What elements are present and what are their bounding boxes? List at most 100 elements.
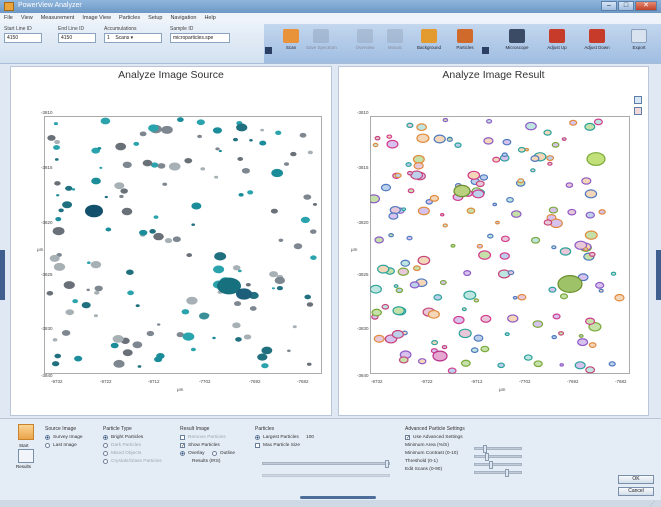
use-advanced-checkbox[interactable]: ✓ Use Advanced Settings xyxy=(405,435,465,441)
background-button[interactable]: Background xyxy=(414,26,444,61)
particle xyxy=(236,288,252,300)
particle xyxy=(523,354,533,361)
particle xyxy=(559,247,572,256)
largest-particles-value[interactable]: 100 xyxy=(306,435,314,440)
particle xyxy=(472,189,485,199)
min-area-slider[interactable] xyxy=(474,445,522,453)
edit-scans-setting: Edit Scans (0-90) xyxy=(405,467,443,472)
max-particle-size-checkbox[interactable]: Max Particle Size xyxy=(255,443,314,448)
cancel-button[interactable]: Cancel xyxy=(618,487,654,496)
particle xyxy=(81,302,91,309)
largest-particles-radio[interactable]: Largest Particles 100 xyxy=(255,435,314,440)
particle xyxy=(446,137,453,142)
show-particles-checkbox[interactable]: ✓ Show Particles xyxy=(180,443,235,449)
close-button[interactable]: ✕ xyxy=(635,1,657,11)
menu-measurement[interactable]: Measurement xyxy=(41,15,75,21)
particle xyxy=(547,161,553,166)
source-image-plot[interactable] xyxy=(44,116,322,374)
adjust-up-button[interactable]: Adjust Up xyxy=(542,26,572,61)
dark-particles-radio[interactable]: Dark Particles xyxy=(103,443,162,448)
toolbar-overflow-icon[interactable] xyxy=(265,47,272,54)
start-label: Start xyxy=(19,443,29,448)
particle-size-slider[interactable] xyxy=(262,460,390,468)
particle xyxy=(121,207,133,216)
save-spectrum-button[interactable]: Save Spectrum xyxy=(306,26,337,61)
color-map-icon[interactable] xyxy=(634,107,642,115)
particle xyxy=(431,339,439,346)
particle xyxy=(292,325,297,329)
sample-id-input[interactable]: microparticles.spe xyxy=(170,33,230,43)
minimize-button[interactable]: – xyxy=(601,1,617,11)
edit-scans-slider[interactable] xyxy=(474,469,522,477)
particle xyxy=(557,275,583,294)
menu-navigation[interactable]: Navigation xyxy=(170,15,196,21)
accumulations-input[interactable]: 1 Scans ▾ xyxy=(104,33,162,43)
menu-view[interactable]: View xyxy=(21,15,33,21)
microscope-button[interactable]: Microscope xyxy=(502,26,532,61)
x-tick: -9712 xyxy=(471,379,483,384)
toolbar-overflow-icon-2[interactable] xyxy=(482,47,489,54)
results-button[interactable] xyxy=(18,449,34,463)
particle xyxy=(593,118,603,126)
crystals-radio[interactable]: Crystals/Glass Particles xyxy=(103,459,162,464)
particle xyxy=(182,332,195,341)
end-line-input[interactable]: 4150 xyxy=(58,33,96,43)
y-tick: -3825 xyxy=(357,272,369,277)
overlay-radio[interactable] xyxy=(180,451,185,456)
particle xyxy=(274,276,286,285)
start-line-input[interactable]: 4150 xyxy=(4,33,42,43)
fit-view-icon[interactable] xyxy=(634,96,642,104)
particle xyxy=(245,282,251,287)
menu-file[interactable]: File xyxy=(4,15,13,21)
bright-particles-radio[interactable]: Bright Particles xyxy=(103,435,162,440)
survey-image-radio[interactable]: Survey Image xyxy=(45,435,83,440)
start-analysis-button[interactable] xyxy=(18,424,34,440)
particle xyxy=(93,314,98,318)
right-edge-tab[interactable] xyxy=(656,250,661,300)
particles-button[interactable]: Particles xyxy=(450,26,480,61)
left-edge-tab[interactable] xyxy=(0,250,5,300)
overview-button[interactable]: Overview xyxy=(350,26,380,61)
particle xyxy=(400,259,411,267)
slider-thumb[interactable] xyxy=(385,460,389,468)
threshold-slider[interactable] xyxy=(474,461,522,469)
menu-image-view[interactable]: Image View xyxy=(82,15,111,21)
particle xyxy=(427,309,440,319)
y-tick: -3830 xyxy=(41,326,53,331)
particle xyxy=(374,135,381,141)
resize-grip-icon[interactable]: ⋰ xyxy=(650,501,655,507)
adjust-down-button[interactable]: Adjust Down xyxy=(582,26,612,61)
menu-particles[interactable]: Particles xyxy=(119,15,140,21)
particle xyxy=(386,139,399,149)
last-image-radio[interactable]: Last Image xyxy=(45,443,83,448)
ok-button[interactable]: OK xyxy=(618,475,654,484)
start-line-field: Start Line ID 4150 xyxy=(4,26,42,43)
particle xyxy=(574,361,586,370)
particle xyxy=(552,313,561,320)
particle-size-range[interactable] xyxy=(262,474,390,477)
particle xyxy=(156,323,161,326)
menu-help[interactable]: Help xyxy=(204,15,215,21)
particle xyxy=(190,347,196,352)
mosaic-button[interactable]: Mosaic xyxy=(380,26,410,61)
particle xyxy=(530,155,540,162)
particle xyxy=(232,322,241,329)
particle xyxy=(47,134,56,141)
y-tick: -3825 xyxy=(41,272,53,277)
particle xyxy=(507,314,519,323)
menu-setup[interactable]: Setup xyxy=(148,15,162,21)
result-image-plot[interactable] xyxy=(370,116,630,374)
minimum-area-setting: Minimum Area (%/S) xyxy=(405,443,449,448)
maximize-button[interactable]: □ xyxy=(618,1,634,11)
horizontal-scrollbar[interactable] xyxy=(300,496,376,499)
mixed-objects-radio[interactable]: Mixed Objects xyxy=(103,451,162,456)
particle xyxy=(492,202,498,207)
outline-radio[interactable] xyxy=(211,451,217,456)
minimum-contrast-setting: Minimum Contrast (0-10) xyxy=(405,451,459,456)
min-contrast-slider[interactable] xyxy=(474,453,522,461)
remove-particles-checkbox[interactable]: Remove Particles xyxy=(180,435,235,440)
particle xyxy=(377,264,390,274)
export-button[interactable]: Export xyxy=(624,26,654,61)
scan-button[interactable]: Scan xyxy=(276,26,306,61)
particle xyxy=(530,236,541,244)
